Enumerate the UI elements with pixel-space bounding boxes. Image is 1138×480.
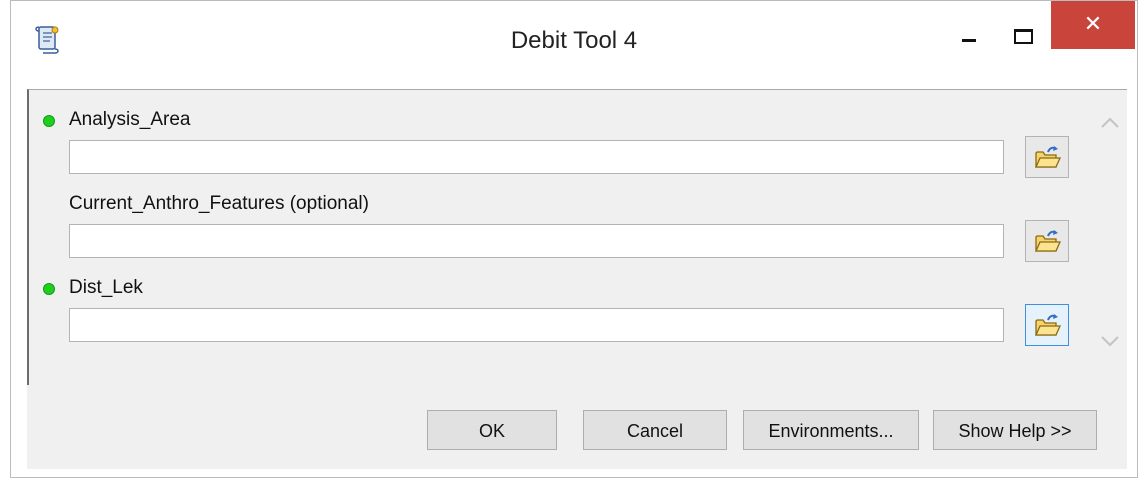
button-bar: OK Cancel Environments... Show Help >>	[27, 385, 1127, 469]
title-bar[interactable]: Debit Tool 4 ✕	[11, 1, 1137, 77]
open-folder-icon	[1034, 146, 1062, 168]
parameters-panel: Analysis_Area Current_Anthro_Features (o…	[27, 89, 1127, 385]
current-anthro-features-browse-button[interactable]	[1025, 220, 1069, 262]
vertical-scrollbar[interactable]	[1095, 90, 1125, 382]
analysis-area-input[interactable]	[69, 140, 1004, 174]
analysis-area-browse-button[interactable]	[1025, 136, 1069, 178]
dist-lek-input[interactable]	[69, 308, 1004, 342]
ok-button[interactable]: OK	[427, 410, 557, 450]
dist-lek-browse-button[interactable]	[1025, 304, 1069, 346]
cancel-button[interactable]: Cancel	[583, 410, 727, 450]
tool-dialog-window: Debit Tool 4 ✕ Analysis_Area Current_Ant…	[10, 0, 1138, 478]
param-label-dist-lek: Dist_Lek	[69, 277, 143, 298]
current-anthro-features-input[interactable]	[69, 224, 1004, 258]
close-button[interactable]: ✕	[1051, 1, 1135, 49]
close-icon: ✕	[1083, 11, 1103, 36]
param-label-current-anthro-features: Current_Anthro_Features (optional)	[69, 193, 369, 214]
minimize-button[interactable]	[947, 1, 993, 47]
environments-button[interactable]: Environments...	[743, 410, 919, 450]
chevron-up-icon[interactable]	[1099, 112, 1121, 134]
maximize-button[interactable]	[1001, 1, 1045, 47]
required-indicator-icon	[43, 283, 55, 295]
show-help-button[interactable]: Show Help >>	[933, 410, 1097, 450]
required-indicator-icon	[43, 115, 55, 127]
param-label-analysis-area: Analysis_Area	[69, 109, 191, 130]
chevron-down-icon[interactable]	[1099, 330, 1121, 352]
open-folder-icon	[1034, 314, 1062, 336]
open-folder-icon	[1034, 230, 1062, 252]
